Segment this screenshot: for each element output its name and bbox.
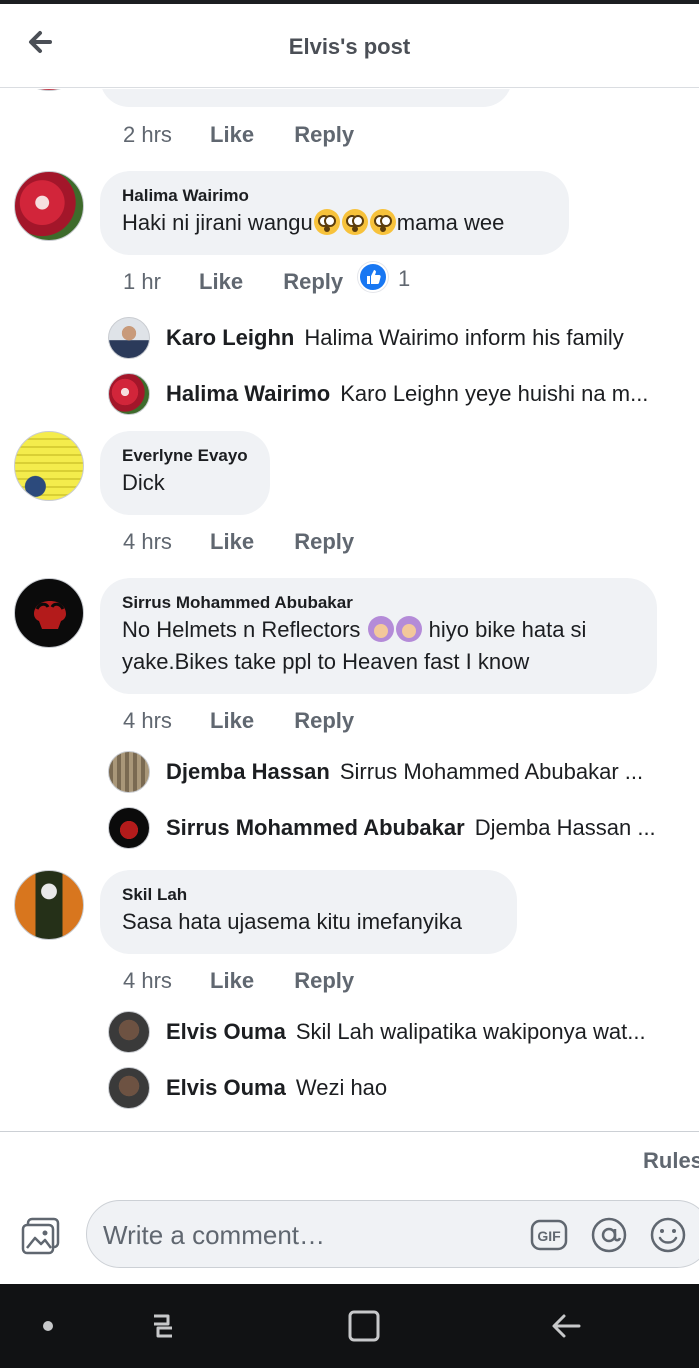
reply-link[interactable]: Reply [283, 267, 343, 297]
avatar [108, 1011, 150, 1053]
facepalm-emoji-icon [367, 616, 394, 642]
page-title: Elvis's post [288, 34, 411, 59]
avatar-partial [14, 89, 84, 91]
comment-time: 1 hr [123, 269, 161, 294]
comment-author[interactable]: Sirrus Mohammed Abubakar [122, 592, 635, 614]
like-link[interactable]: Like [210, 966, 254, 996]
reply-preview[interactable]: Elvis Ouma Skil Lah walipatika wakiponya … [108, 1011, 683, 1053]
avatar [108, 751, 150, 793]
system-navigation-bar [0, 1284, 699, 1368]
reply-preview[interactable]: Elvis Ouma Wezi hao [108, 1067, 683, 1109]
reply-link[interactable]: Reply [294, 966, 354, 996]
reaction-count[interactable]: 1 [398, 264, 410, 294]
app-header: Elvis's post [0, 4, 699, 88]
gif-button[interactable]: GIF [530, 1216, 568, 1254]
avatar[interactable] [14, 431, 84, 501]
flushed-emoji-icon [369, 209, 396, 235]
comment-text: Haki ni jirani wangu mama wee [122, 209, 505, 235]
comment-text-line2: yake.Bikes take ppl to Heaven fast I kno… [122, 649, 530, 674]
comment-time: 2 hrs [123, 122, 172, 147]
avatar [108, 1067, 150, 1109]
comment-actions: 2 hrs Like Reply [123, 120, 354, 150]
comment-text: No Helmets n Reflectors hiyo bike hata s… [122, 616, 587, 642]
comment-bubble: Halima Wairimo Haki ni jirani wangu mama … [100, 171, 569, 255]
reply-text: Halima Wairimo inform his family [304, 325, 624, 350]
reply-link[interactable]: Reply [294, 527, 354, 557]
comment-actions: 4 hrs Like Reply [123, 706, 354, 736]
mention-button[interactable] [590, 1216, 628, 1254]
comment-actions: 4 hrs Like Reply [123, 966, 354, 996]
comment-input[interactable] [103, 1215, 523, 1255]
reply-author[interactable]: Elvis Ouma [166, 1075, 286, 1100]
reply-preview[interactable]: Karo Leighn Halima Wairimo inform his fam… [108, 317, 683, 359]
reply-preview[interactable]: Sirrus Mohammed Abubakar Djemba Hassan ..… [108, 807, 683, 849]
comments-feed[interactable]: 2 hrs Like Reply Halima Wairimo Haki ni … [0, 89, 699, 1131]
avatar [108, 807, 150, 849]
smiley-icon [650, 1217, 686, 1253]
reply-preview[interactable]: Djemba Hassan Sirrus Mohammed Abubakar ..… [108, 751, 683, 793]
comment-bubble: Sirrus Mohammed Abubakar No Helmets n Re… [100, 578, 657, 694]
reply-text: Wezi hao [295, 1075, 388, 1100]
rules-link[interactable]: Rules [643, 1148, 699, 1174]
back-arrow-icon [552, 1314, 581, 1338]
dot-icon [43, 1321, 53, 1331]
comment-time: 4 hrs [123, 968, 172, 993]
avatar [108, 373, 150, 415]
reply-preview[interactable]: Halima Wairimo Karo Leighn yeye huishi na… [108, 373, 683, 415]
flushed-emoji-icon [313, 209, 340, 235]
like-link[interactable]: Like [199, 267, 243, 297]
like-reaction-icon[interactable] [358, 262, 388, 292]
like-link[interactable]: Like [210, 706, 254, 736]
gif-icon: GIF [530, 1219, 568, 1251]
comment-bubble: Everlyne Evayo Dick [100, 431, 270, 515]
recent-apps-button[interactable] [142, 1306, 182, 1346]
emoji-button[interactable] [649, 1216, 687, 1254]
comment-text: Dick [122, 470, 165, 495]
nav-dot-button[interactable] [30, 1306, 70, 1346]
avatar[interactable] [14, 578, 84, 648]
reply-text: Karo Leighn yeye huishi na m... [340, 381, 649, 406]
comment-time: 4 hrs [123, 529, 172, 554]
home-square-icon [348, 1310, 380, 1342]
reply-link[interactable]: Reply [294, 120, 354, 150]
like-link[interactable]: Like [210, 120, 254, 150]
reply-text: Skil Lah walipatika wakiponya wat... [295, 1019, 646, 1044]
avatar[interactable] [14, 870, 84, 940]
ram-logo-icon [34, 601, 66, 629]
comment-time: 4 hrs [123, 708, 172, 733]
reply-author[interactable]: Karo Leighn [166, 325, 294, 350]
gif-label: GIF [537, 1228, 561, 1244]
comment-bubble: Skil Lah Sasa hata ujasema kitu imefanyi… [100, 870, 517, 954]
photo-icon [21, 1217, 60, 1255]
comment-author[interactable]: Everlyne Evayo [122, 445, 248, 467]
comment-author[interactable]: Halima Wairimo [122, 185, 547, 207]
recent-apps-icon [154, 1314, 172, 1338]
avatar[interactable] [14, 171, 84, 241]
avatar [108, 317, 150, 359]
flushed-emoji-icon [341, 209, 368, 235]
photo-button[interactable] [20, 1215, 62, 1257]
composer-divider [0, 1131, 699, 1132]
reply-link[interactable]: Reply [294, 706, 354, 736]
home-button[interactable] [344, 1306, 384, 1346]
comment-actions: 4 hrs Like Reply [123, 527, 354, 557]
like-link[interactable]: Like [210, 527, 254, 557]
reply-author[interactable]: Elvis Ouma [166, 1019, 286, 1044]
comment-author[interactable]: Skil Lah [122, 884, 495, 906]
system-back-button[interactable] [546, 1306, 586, 1346]
reply-author[interactable]: Halima Wairimo [166, 381, 330, 406]
facepalm-emoji-icon [395, 616, 422, 642]
reply-text: Sirrus Mohammed Abubakar ... [339, 759, 644, 784]
reply-author[interactable]: Djemba Hassan [166, 759, 330, 784]
comment-text: Sasa hata ujasema kitu imefanyika [122, 909, 462, 934]
comment-actions: 1 hr Like Reply [123, 267, 343, 297]
at-sign-icon [591, 1217, 627, 1253]
comment-bubble-partial [100, 89, 512, 107]
reply-text: Djemba Hassan ... [474, 815, 656, 840]
reply-author[interactable]: Sirrus Mohammed Abubakar [166, 815, 465, 840]
